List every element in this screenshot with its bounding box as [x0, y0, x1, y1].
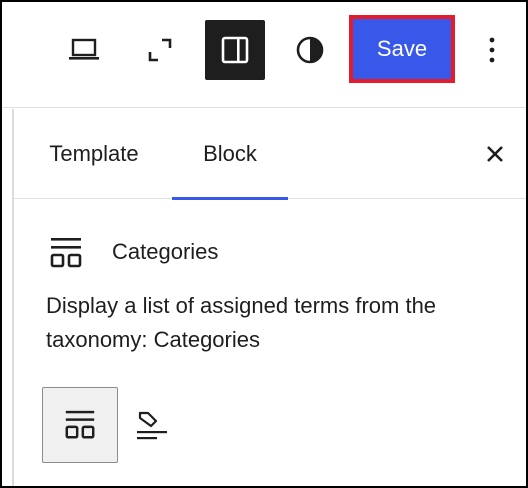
device-preview-button[interactable]	[54, 20, 114, 80]
block-title: Categories	[112, 239, 219, 264]
options-menu-button[interactable]	[464, 20, 520, 80]
settings-sidebar: Template Block Categories Display a list…	[14, 109, 526, 486]
close-sidebar-button[interactable]	[474, 133, 516, 175]
sidebar-tabs: Template Block	[14, 109, 526, 200]
categories-icon	[65, 410, 95, 439]
variation-categories-button[interactable]	[42, 387, 118, 463]
tab-template[interactable]: Template	[26, 109, 162, 199]
more-vertical-icon	[489, 37, 495, 63]
block-variations	[14, 387, 526, 467]
half-circle-styles-icon	[296, 36, 324, 64]
laptop-icon	[69, 38, 99, 60]
save-button[interactable]: Save	[349, 15, 455, 83]
tag-icon	[137, 411, 167, 440]
fullscreen-button[interactable]	[130, 20, 190, 80]
settings-sidebar-toggle[interactable]	[205, 20, 265, 80]
fullscreen-icon	[148, 38, 172, 62]
editor-frame: Save Template Block Categories Display a…	[0, 0, 528, 488]
variation-tags-button[interactable]	[124, 387, 180, 463]
tab-block[interactable]: Block	[172, 109, 288, 200]
close-icon	[487, 146, 503, 162]
styles-button[interactable]	[280, 20, 340, 80]
categories-icon	[50, 238, 82, 268]
block-card-header: Categories	[14, 231, 526, 275]
editor-toolbar: Save	[2, 2, 526, 108]
sidebar-toggle-icon	[221, 36, 249, 64]
block-description: Display a list of assigned terms from th…	[46, 293, 437, 352]
